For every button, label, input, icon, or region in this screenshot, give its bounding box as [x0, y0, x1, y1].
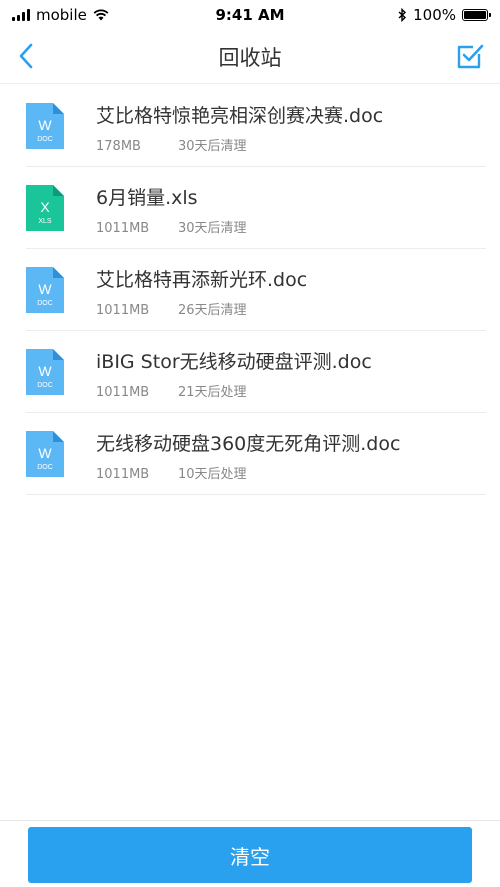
- file-type-ext: XLS: [38, 218, 52, 225]
- file-type-letter: W: [38, 117, 52, 133]
- bluetooth-icon: [398, 8, 407, 22]
- file-expiry: 30天后清理: [178, 221, 247, 236]
- select-checkbox-icon[interactable]: [454, 40, 486, 72]
- battery-percent: 100%: [413, 6, 456, 24]
- word-doc-icon: W DOC: [26, 349, 64, 395]
- battery-icon: [462, 9, 491, 21]
- file-expiry: 21天后处理: [178, 385, 247, 400]
- file-size: 1011MB: [96, 467, 150, 482]
- file-name: iBIG Stor无线移动硬盘评测.doc: [96, 351, 372, 373]
- file-list-item[interactable]: W DOC 艾比格特惊艳亮相深创赛决赛.doc 178MB 30天后清理: [26, 85, 486, 167]
- file-meta: 1011MB 26天后清理: [96, 299, 247, 318]
- word-doc-icon: W DOC: [26, 103, 64, 149]
- back-chevron-icon[interactable]: [12, 40, 44, 72]
- file-list-item[interactable]: W DOC iBIG Stor无线移动硬盘评测.doc 1011MB 21天后处理: [26, 331, 486, 413]
- file-meta: 1011MB 21天后处理: [96, 381, 247, 400]
- file-meta: 178MB 30天后清理: [96, 135, 247, 154]
- file-list-item[interactable]: X XLS 6月销量.xls 1011MB 30天后清理: [26, 167, 486, 249]
- file-expiry: 30天后清理: [178, 139, 247, 154]
- file-size: 1011MB: [96, 385, 150, 400]
- file-type-ext: DOC: [37, 464, 53, 471]
- file-size: 178MB: [96, 139, 141, 154]
- file-type-ext: DOC: [37, 382, 53, 389]
- status-bar: mobile 9:41 AM 100%: [0, 0, 500, 30]
- file-type-ext: DOC: [37, 136, 53, 143]
- wifi-icon: [93, 9, 109, 21]
- file-expiry: 10天后处理: [178, 467, 247, 482]
- file-name: 6月销量.xls: [96, 187, 198, 209]
- file-type-ext: DOC: [37, 300, 53, 307]
- file-list-item[interactable]: W DOC 无线移动硬盘360度无死角评测.doc 1011MB 10天后处理: [26, 413, 486, 495]
- file-type-letter: X: [40, 199, 50, 215]
- file-name: 无线移动硬盘360度无死角评测.doc: [96, 433, 401, 455]
- file-type-letter: W: [38, 281, 52, 297]
- clear-all-button[interactable]: 清空: [28, 827, 472, 883]
- word-doc-icon: W DOC: [26, 267, 64, 313]
- carrier-name: mobile: [36, 6, 87, 24]
- signal-icon: [12, 9, 30, 21]
- nav-bar: 回收站: [0, 30, 500, 84]
- file-type-letter: W: [38, 445, 52, 461]
- file-size: 1011MB: [96, 221, 150, 236]
- bottom-bar: 清空: [0, 820, 500, 887]
- file-meta: 1011MB 30天后清理: [96, 217, 247, 236]
- page-title: 回收站: [218, 45, 282, 70]
- file-list-item[interactable]: W DOC 艾比格特再添新光环.doc 1011MB 26天后清理: [26, 249, 486, 331]
- excel-xls-icon: X XLS: [26, 185, 64, 231]
- file-name: 艾比格特惊艳亮相深创赛决赛.doc: [96, 105, 384, 127]
- file-expiry: 26天后清理: [178, 303, 247, 318]
- word-doc-icon: W DOC: [26, 431, 64, 477]
- status-right: 100%: [398, 6, 491, 24]
- file-name: 艾比格特再添新光环.doc: [96, 269, 308, 291]
- file-list: W DOC 艾比格特惊艳亮相深创赛决赛.doc 178MB 30天后清理 X XL…: [0, 85, 500, 495]
- file-type-letter: W: [38, 363, 52, 379]
- file-meta: 1011MB 10天后处理: [96, 463, 247, 482]
- file-size: 1011MB: [96, 303, 150, 318]
- status-left: mobile: [12, 6, 109, 24]
